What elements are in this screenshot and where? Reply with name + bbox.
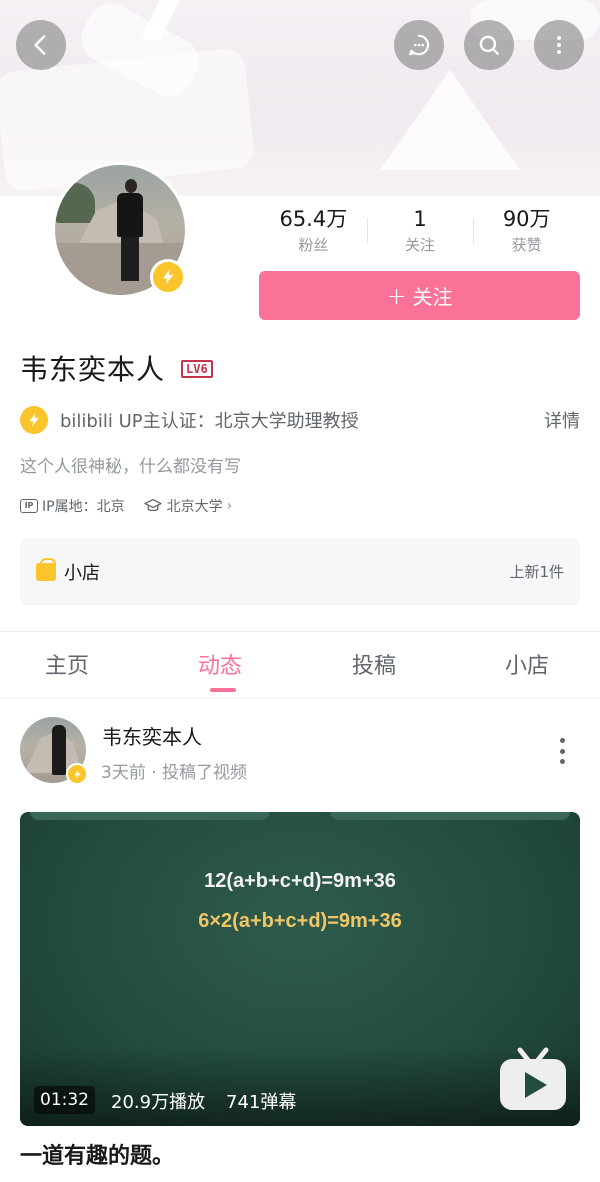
shop-update: 上新1件 <box>509 563 564 581</box>
message-button[interactable] <box>394 20 444 70</box>
lightning-icon <box>29 413 39 427</box>
active-tab-indicator <box>210 688 236 692</box>
stat-fans[interactable]: 65.4万 粉丝 <box>260 204 367 264</box>
dot <box>559 748 565 754</box>
stat-value: 65.4万 <box>279 207 348 231</box>
up-verified-icon <box>20 406 48 434</box>
stat-value: 1 <box>413 207 427 231</box>
stat-label: 粉丝 <box>298 236 329 254</box>
post-more-button[interactable] <box>552 735 572 767</box>
up-verified-badge <box>66 763 88 785</box>
follow-label: 关注 <box>412 285 453 309</box>
chat-icon <box>409 34 430 56</box>
back-icon <box>34 35 46 55</box>
chalkboard-rail <box>30 812 270 820</box>
back-button[interactable] <box>16 20 66 70</box>
lightning-icon <box>162 269 174 285</box>
stat-label: 关注 <box>405 236 436 254</box>
bilibili-tv-icon <box>500 1047 566 1110</box>
post-author-name[interactable]: 韦东奕本人 <box>102 721 202 750</box>
dot <box>559 738 565 743</box>
tab-shop[interactable]: 小店 <box>505 648 549 680</box>
tab-home[interactable]: 主页 <box>45 648 89 680</box>
search-icon <box>479 35 499 55</box>
school-link[interactable]: 北京大学 › <box>143 496 233 516</box>
stat-label: 获赞 <box>511 236 542 254</box>
graduation-cap-icon <box>143 498 162 512</box>
video-equation-2: 6×2(a+b+c+d)=9m+36 <box>198 910 402 932</box>
shop-card[interactable]: 小店 上新1件 <box>20 538 580 605</box>
video-duration: 01:32 <box>34 1086 95 1114</box>
ip-location: IP属地：北京 <box>42 499 125 515</box>
video-gradient <box>20 1046 580 1126</box>
search-button[interactable] <box>464 20 514 70</box>
chevron-right-icon: › <box>226 498 233 514</box>
profile-banner <box>0 0 600 196</box>
stat-value: 90万 <box>502 207 551 231</box>
plus-icon: + <box>386 281 407 310</box>
details-link[interactable]: 详情 <box>544 407 580 433</box>
follow-button[interactable]: + 关注 <box>259 271 580 320</box>
video-danmaku: 741弹幕 <box>226 1092 297 1113</box>
profile-tabs: 主页 动态 投稿 小店 <box>0 631 600 699</box>
banner-decoration <box>380 70 520 170</box>
stat-likes[interactable]: 90万 获赞 <box>473 204 580 264</box>
more-button[interactable] <box>534 20 584 70</box>
stat-following[interactable]: 1 关注 <box>366 204 474 264</box>
video-plays: 20.9万播放 <box>111 1092 206 1113</box>
profile-stats: 65.4万 粉丝 1 关注 90万 获赞 <box>260 204 580 264</box>
certification-text: bilibili UP主认证：北京大学助理教授 <box>60 411 359 432</box>
post-author-avatar[interactable] <box>20 717 88 785</box>
post-time: 3天前 · 投稿了视频 <box>101 763 248 783</box>
profile-name: 韦东奕本人 <box>20 353 166 386</box>
shop-bag-icon <box>36 557 56 581</box>
post-title: 一道有趣的题。 <box>20 1144 175 1169</box>
chalkboard-rail <box>330 812 570 820</box>
lightning-icon <box>73 769 81 779</box>
ip-location-icon: IP <box>20 499 38 513</box>
tab-dynamics[interactable]: 动态 <box>198 648 242 680</box>
profile-meta: IP IP属地：北京 北京大学 › <box>20 494 232 518</box>
certification-row: bilibili UP主认证：北京大学助理教授 详情 <box>20 404 580 436</box>
level-badge: LV6 <box>181 360 213 378</box>
tab-uploads[interactable]: 投稿 <box>352 648 396 680</box>
shop-label: 小店 <box>64 562 100 584</box>
profile-signature: 这个人很神秘，什么都没有写 <box>20 457 241 477</box>
video-card[interactable]: 12(a+b+c+d)=9m+36 6×2(a+b+c+d)=9m+36 01:… <box>20 812 580 1126</box>
up-verified-badge <box>150 259 186 295</box>
school-name: 北京大学 <box>166 499 223 515</box>
dot <box>559 759 565 764</box>
more-vertical-icon <box>557 36 561 54</box>
video-equation-1: 12(a+b+c+d)=9m+36 <box>204 870 396 892</box>
